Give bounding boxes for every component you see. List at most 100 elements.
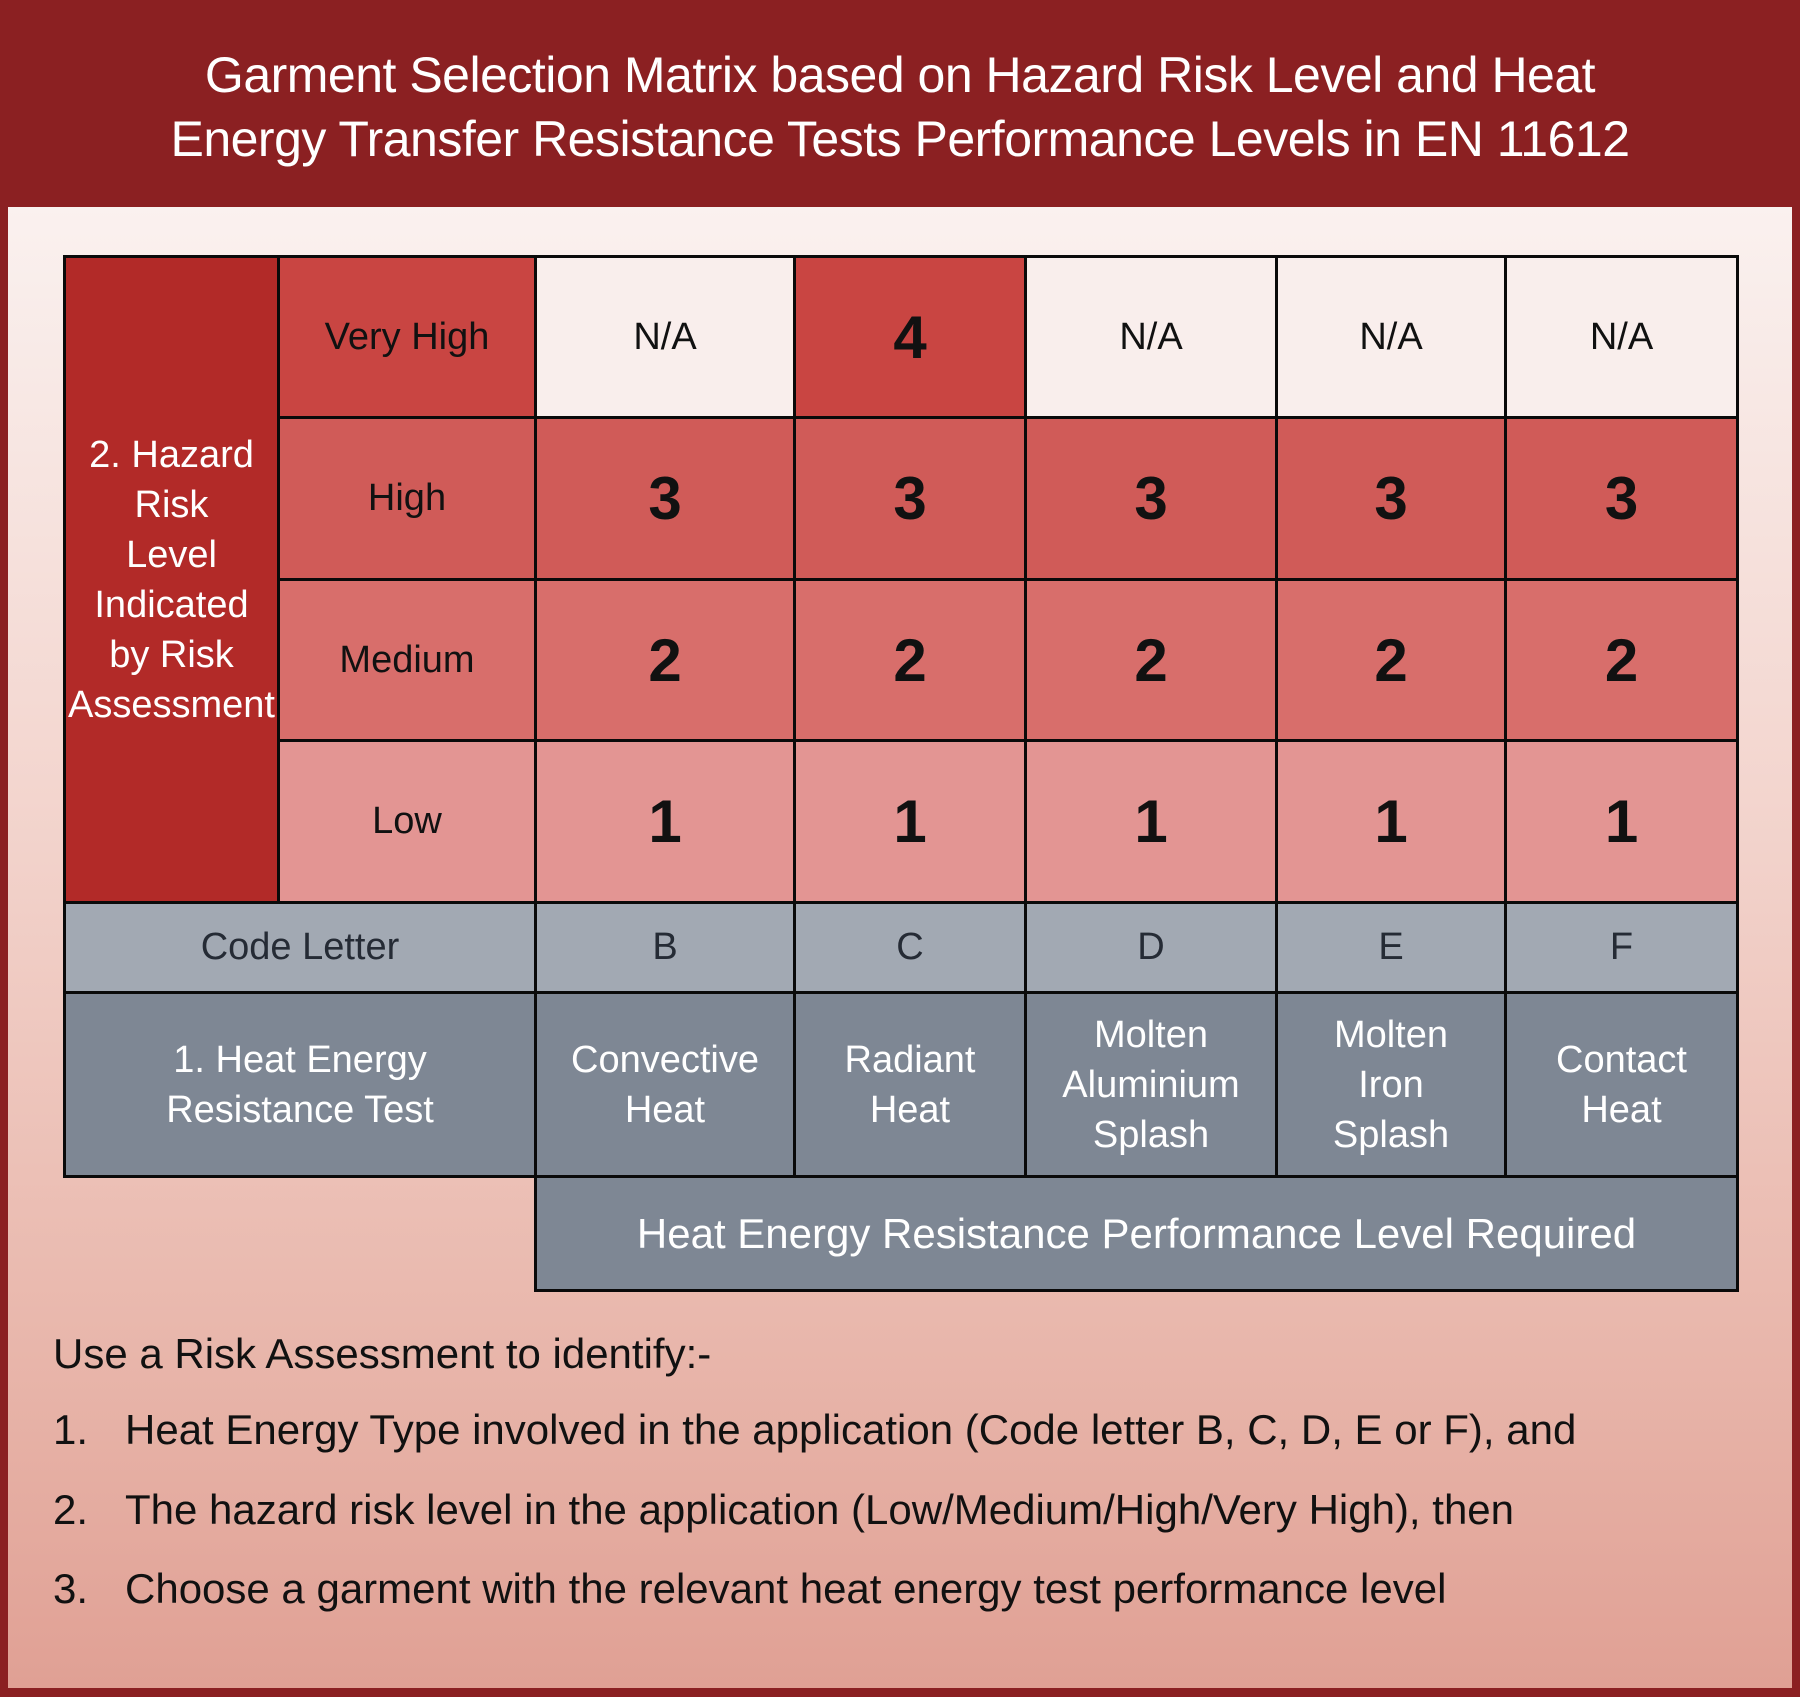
heat-energy-test-cell: Molten Iron Splash: [1275, 991, 1507, 1178]
heat-energy-test-name: Contact Heat: [1556, 1035, 1687, 1135]
not-applicable-cell: N/A: [1275, 255, 1507, 419]
not-applicable-cell: N/A: [1024, 255, 1278, 419]
title-line-1: Garment Selection Matrix based on Hazard…: [204, 46, 1596, 103]
performance-level-value: 1: [1134, 788, 1168, 855]
header-banner: Garment Selection Matrix based on Hazard…: [0, 0, 1800, 207]
not-applicable-cell: N/A: [534, 255, 796, 419]
heat-energy-test-name: Radiant Heat: [845, 1035, 976, 1135]
performance-level-cell: 3: [1024, 416, 1278, 581]
performance-level-cell: 1: [1275, 739, 1507, 904]
heat-energy-test-label-text-line: Resistance Test: [166, 1088, 434, 1131]
hazard-axis-text-line: 2. Hazard: [89, 433, 254, 476]
code-letter-label: Code Letter: [63, 901, 537, 994]
code-letter-value: F: [1609, 926, 1634, 968]
instruction-text: The hazard risk level in the application…: [125, 1486, 1515, 1533]
performance-level-required-label: Heat Energy Resistance Performance Level…: [534, 1175, 1739, 1292]
performance-level-value: 3: [1604, 465, 1639, 532]
code-letter-value: D: [1137, 926, 1165, 968]
performance-level-cell: 2: [1024, 578, 1278, 742]
instruction-number: 2.: [53, 1486, 89, 1533]
page-title: Garment Selection Matrix based on Hazard…: [170, 37, 1630, 171]
risk-level-label: High: [277, 416, 537, 581]
heat-energy-test-cell: Contact Heat: [1504, 991, 1739, 1178]
hazard-axis-text-line: by Risk: [109, 633, 234, 676]
instruction-number: 3.: [53, 1565, 89, 1612]
hazard-axis-text-line: Assessment: [68, 683, 275, 726]
code-letter-cell: C: [793, 901, 1027, 994]
performance-level-required-text: Heat Energy Resistance Performance Level…: [636, 1209, 1637, 1257]
risk-level-text: Very High: [324, 315, 490, 358]
risk-level-text: Medium: [339, 638, 475, 681]
performance-level-value: N/A: [1359, 315, 1423, 358]
code-letter-label-text: Code Letter: [200, 926, 400, 968]
performance-level-value: 1: [1604, 788, 1639, 855]
performance-level-cell: 3: [793, 416, 1027, 581]
instruction-number: 1.: [53, 1406, 89, 1453]
risk-level-label: Low: [277, 739, 537, 904]
performance-level-value: 3: [648, 465, 682, 532]
heat-energy-test-cell: Molten Aluminium Splash: [1024, 991, 1278, 1178]
performance-level-value: 2: [893, 626, 927, 694]
performance-level-value: 2: [1134, 626, 1168, 694]
code-letter-value: B: [652, 926, 678, 968]
performance-level-cell: 1: [534, 739, 796, 904]
heat-energy-test-label-text: 1. Heat Energy Resistance Test: [166, 1035, 434, 1135]
heat-energy-test-cell: Radiant Heat: [793, 991, 1027, 1178]
heat-energy-test-name-line: Convective: [571, 1038, 759, 1081]
code-letter-value: E: [1378, 926, 1404, 968]
hazard-risk-axis-label: 2. Hazard Risk Level Indicated by Risk Assess…: [63, 255, 280, 904]
not-applicable-cell: N/A: [1504, 255, 1739, 419]
heat-energy-test-name-line: Aluminium: [1062, 1063, 1240, 1106]
risk-level-label: Very High: [277, 255, 537, 419]
heat-energy-test-name-line: Molten: [1093, 1013, 1209, 1056]
heat-energy-test-cell: Convective Heat: [534, 991, 796, 1178]
performance-level-value: 1: [893, 788, 927, 855]
instruction-item: 2. The hazard risk level in the applicat…: [53, 1486, 1514, 1534]
performance-level-cell: 2: [1504, 578, 1739, 742]
performance-level-value: 3: [893, 465, 927, 532]
instructions-heading: Use a Risk Assessment to identify:-: [53, 1330, 712, 1377]
performance-level-value: 3: [1374, 465, 1408, 532]
risk-level-text: High: [367, 477, 447, 519]
heat-energy-test-name-line: Splash: [1332, 1113, 1450, 1156]
performance-level-cell: 1: [793, 739, 1027, 904]
instruction-text: Choose a garment with the relevant heat …: [125, 1565, 1447, 1612]
performance-level-value: 3: [1134, 465, 1168, 532]
instruction-item: 3. Choose a garment with the relevant he…: [53, 1565, 1446, 1613]
code-letter-cell: D: [1024, 901, 1278, 994]
instruction-item: 1. Heat Energy Type involved in the appl…: [53, 1406, 1576, 1454]
performance-level-value: 1: [1374, 788, 1408, 855]
instruction-text: Heat Energy Type involved in the applica…: [125, 1406, 1577, 1453]
heat-energy-test-name-line: Heat: [624, 1088, 706, 1131]
performance-level-value: 2: [1604, 626, 1639, 694]
heat-energy-test-name-line: Iron: [1358, 1063, 1424, 1106]
heat-energy-test-label-text-line: 1. Heat Energy: [173, 1038, 427, 1081]
heat-energy-test-name-line: Contact: [1556, 1038, 1687, 1081]
performance-level-cell: 3: [534, 416, 796, 581]
performance-level-value: 2: [1374, 626, 1408, 694]
title-line-2: Energy Transfer Resistance Tests Perform…: [170, 110, 1630, 167]
performance-level-cell: 1: [1024, 739, 1278, 904]
heat-energy-test-name: Convective Heat: [571, 1035, 759, 1135]
performance-level-value: N/A: [633, 315, 697, 358]
heat-energy-test-name: Molten Aluminium Splash: [1062, 1010, 1239, 1160]
performance-level-value: 1: [648, 788, 682, 855]
heat-energy-test-name-line: Radiant: [844, 1038, 976, 1081]
performance-level-cell: 2: [1275, 578, 1507, 742]
hazard-axis-text-line: Risk: [134, 483, 209, 526]
performance-level-cell: 2: [534, 578, 796, 742]
heat-energy-test-name: Molten Iron Splash: [1333, 1010, 1449, 1160]
hazard-axis-text-line: Indicated: [94, 583, 249, 626]
performance-level-value: N/A: [1589, 315, 1654, 358]
performance-level-value: 4: [893, 303, 927, 371]
performance-level-cell: 2: [793, 578, 1027, 742]
risk-level-label: Medium: [277, 578, 537, 742]
code-letter-value: C: [896, 926, 924, 968]
code-letter-cell: B: [534, 901, 796, 994]
performance-level-value: N/A: [1119, 315, 1183, 358]
risk-level-text: Low: [372, 800, 442, 842]
performance-level-value: 2: [648, 626, 682, 694]
heat-energy-test-name-line: Molten: [1333, 1013, 1449, 1056]
performance-level-cell: 3: [1504, 416, 1739, 581]
heat-energy-test-name-line: Heat: [869, 1088, 951, 1131]
